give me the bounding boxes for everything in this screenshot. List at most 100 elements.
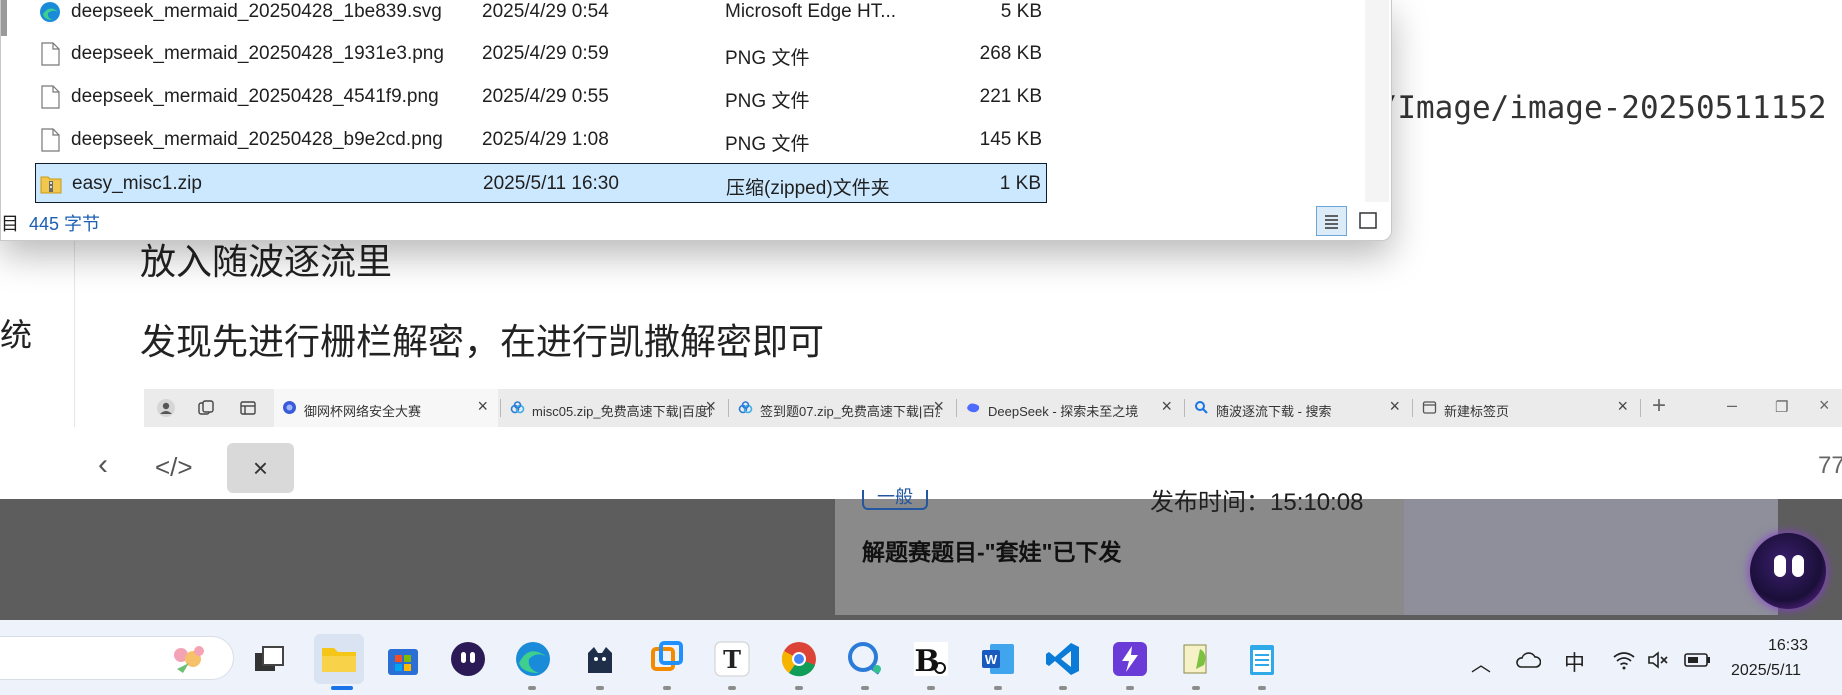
file-icon <box>41 42 60 66</box>
file-icon <box>41 128 60 152</box>
running-indicator <box>1126 686 1134 690</box>
tab-actions-icon[interactable] <box>239 399 257 417</box>
vmware-icon[interactable] <box>647 639 687 679</box>
tab-deepseek[interactable]: DeepSeek - 探索未至之境 × <box>958 389 1182 427</box>
status-bar: 目 445 字节 <box>1 210 100 236</box>
running-indicator <box>861 686 869 690</box>
lightning-app-icon[interactable] <box>1110 639 1150 679</box>
onedrive-cloud-icon[interactable] <box>1515 651 1541 669</box>
file-size: 221 KB <box>979 86 1042 107</box>
battery-icon[interactable] <box>1684 652 1712 668</box>
file-explorer-window: deepseek_mermaid_20250428_1be839.svg 202… <box>0 0 1392 241</box>
word-icon[interactable]: W <box>978 639 1018 679</box>
details-view-icon <box>1325 215 1338 229</box>
file-row[interactable]: deepseek_mermaid_20250428_b9e2cd.png 202… <box>35 120 1047 160</box>
close-panel-button[interactable]: × <box>227 443 294 493</box>
svg-text:W: W <box>985 652 998 667</box>
file-name: easy_misc1.zip <box>72 173 202 194</box>
tab-search[interactable]: 随波逐流下载 - 搜索 × <box>1186 389 1410 427</box>
new-tab-plus-icon[interactable]: + <box>1652 392 1666 420</box>
task-view-icon[interactable] <box>249 639 289 679</box>
baidu-netdisk-icon <box>510 401 525 414</box>
tab-qiandao07[interactable]: 签到题07.zip_免费高速下载|百度网盘 × <box>730 389 954 427</box>
chrome-icon[interactable] <box>779 639 819 679</box>
file-size: 5 KB <box>1000 1 1042 22</box>
assistant-robot-icon[interactable] <box>1750 533 1826 609</box>
file-type: Microsoft Edge HT... <box>725 1 897 22</box>
left-scroll-indicator[interactable] <box>1 0 7 36</box>
profile-icon[interactable] <box>156 398 176 418</box>
code-view-icon[interactable]: </> <box>155 452 193 483</box>
minimize-icon[interactable]: – <box>1727 395 1737 416</box>
file-row[interactable]: deepseek_mermaid_20250428_4541f9.png 202… <box>35 77 1047 117</box>
large-icons-view-button[interactable] <box>1353 206 1384 236</box>
file-date: 2025/4/29 0:54 <box>482 1 609 22</box>
typora-icon[interactable]: T <box>712 639 752 679</box>
notepad-plus-plus-icon[interactable] <box>1176 639 1216 679</box>
wifi-icon[interactable] <box>1612 650 1636 670</box>
collections-icon[interactable] <box>197 399 215 417</box>
restore-icon[interactable]: ❐ <box>1775 398 1788 416</box>
robot-eye-right <box>1792 555 1804 577</box>
file-size: 145 KB <box>979 129 1042 150</box>
file-row[interactable]: deepseek_mermaid_20250428_1be839.svg 202… <box>35 0 1047 32</box>
tab-close-icon[interactable]: × <box>705 396 716 417</box>
file-explorer-taskbar-icon[interactable] <box>314 634 364 684</box>
tab-label: 御网杯网络安全大赛 <box>304 404 422 419</box>
file-name: deepseek_mermaid_20250428_4541f9.png <box>71 86 439 107</box>
volume-muted-icon[interactable] <box>1646 650 1670 670</box>
running-indicator <box>994 686 1002 690</box>
cat-app-icon[interactable] <box>580 639 620 679</box>
back-chevron-icon[interactable]: ‹ <box>98 448 108 482</box>
file-row-selected[interactable]: easy_misc1.zip 2025/5/11 16:30 压缩(zipped… <box>35 163 1047 203</box>
announcement-title[interactable]: 解题赛题目-"套娃"已下发 <box>862 533 1121 567</box>
new-tab-icon <box>1422 401 1437 414</box>
tab-separator <box>1640 399 1641 417</box>
notepad-icon[interactable] <box>1242 639 1282 679</box>
show-hidden-icons-chevron-icon[interactable]: ︿ <box>1471 648 1491 677</box>
tab-close-icon[interactable]: × <box>933 396 944 417</box>
tab-misc05[interactable]: misc05.zip_免费高速下载|百度网盘 × <box>502 389 726 427</box>
tab-close-icon[interactable]: × <box>1161 396 1172 417</box>
running-indicator <box>795 686 803 690</box>
svg-text:T: T <box>723 645 741 674</box>
details-view-button[interactable] <box>1316 206 1347 236</box>
ime-indicator[interactable]: 中 <box>1564 647 1585 677</box>
taskbar-clock-date[interactable]: 2025/5/11 <box>1731 662 1801 680</box>
tab-separator <box>1412 399 1413 417</box>
search-icon <box>1195 401 1208 414</box>
edge-icon <box>40 2 60 22</box>
running-indicator <box>927 686 935 690</box>
bing-chat-icon[interactable] <box>845 639 885 679</box>
taskbar-clock-time[interactable]: 16:33 <box>1768 637 1808 655</box>
microsoft-store-icon[interactable] <box>383 639 423 679</box>
tab-label: 新建标签页 <box>1444 404 1510 419</box>
tab-yuwangbei[interactable]: 御网杯网络安全大赛 × <box>274 389 498 427</box>
vertical-scrollbar[interactable] <box>1365 0 1389 202</box>
tab-new-tab[interactable]: 新建标签页 × <box>1414 389 1638 427</box>
tab-close-icon[interactable]: × <box>1389 396 1400 417</box>
site-icon <box>283 401 296 414</box>
file-name: deepseek_mermaid_20250428_b9e2cd.png <box>71 129 443 150</box>
toolbar-right-text: 77 <box>1818 452 1842 479</box>
tab-close-icon[interactable]: × <box>1617 396 1628 417</box>
status-prefix: 目 <box>1 214 19 234</box>
tab-separator <box>1184 399 1185 417</box>
ai-assistant-taskbar-icon[interactable] <box>448 639 488 679</box>
tab-close-icon[interactable]: × <box>477 396 488 417</box>
tab-separator <box>728 399 729 417</box>
running-indicator <box>663 686 671 690</box>
file-row[interactable]: deepseek_mermaid_20250428_1931e3.png 202… <box>35 34 1047 74</box>
burp-suite-icon[interactable]: B <box>911 639 951 679</box>
taskbar-search-box[interactable] <box>0 636 234 680</box>
file-date: 2025/5/11 16:30 <box>483 173 619 194</box>
edge-browser-icon[interactable] <box>513 639 553 679</box>
file-size: 268 KB <box>979 43 1042 64</box>
close-window-icon[interactable]: × <box>1819 395 1830 416</box>
vscode-icon[interactable] <box>1043 639 1083 679</box>
announcement-image <box>1404 499 1778 615</box>
robot-eye-left <box>1774 555 1786 577</box>
running-indicator <box>728 686 736 690</box>
status-selection-size: 445 字节 <box>29 214 101 234</box>
tab-separator <box>500 399 501 417</box>
